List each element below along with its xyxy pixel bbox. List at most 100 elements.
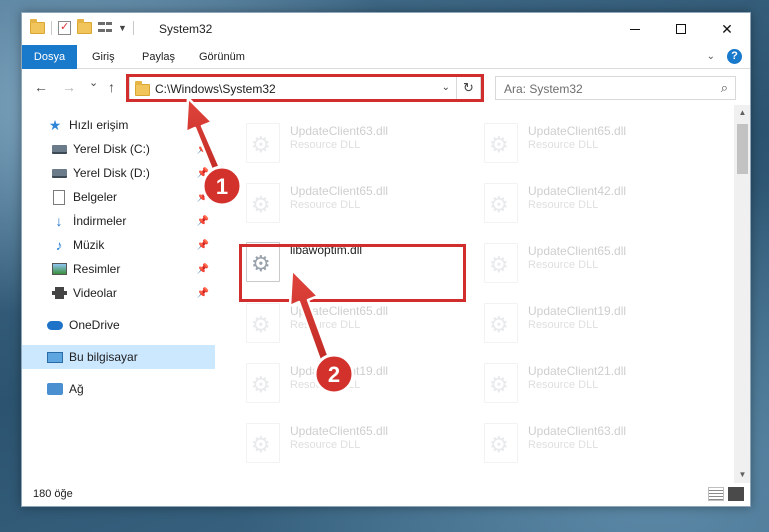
file-name: UpdateClient65.dll <box>290 304 389 318</box>
file-name: UpdateClient19.dll <box>290 364 389 378</box>
navigation-pane: ★ Hızlı erişim Yerel Disk (C:) 📌 Yerel D… <box>22 105 215 483</box>
list-item[interactable]: UpdateClient65.dll Resource DLL <box>454 111 684 167</box>
title-bar: ▼ System32 ✕ <box>22 13 750 45</box>
file-name: UpdateClient63.dll <box>290 124 389 138</box>
sidebar-item-label: Belgeler <box>73 190 118 204</box>
sidebar-item-label: İndirmeler <box>73 214 127 228</box>
view-options-icon[interactable] <box>98 22 112 34</box>
minimize-icon <box>630 28 640 30</box>
sidebar-item-label: Bu bilgisayar <box>69 350 138 364</box>
folder-icon <box>135 81 150 96</box>
drive-icon <box>51 141 67 157</box>
sidebar-item-videos[interactable]: Videolar 📌 <box>22 281 215 305</box>
address-dropdown-chevron-icon[interactable]: ⌄ <box>442 82 450 93</box>
sidebar-item-pictures[interactable]: Resimler 📌 <box>22 257 215 281</box>
up-button[interactable]: ↑ <box>108 79 115 95</box>
scroll-up-arrow-icon[interactable]: ▲ <box>734 105 750 121</box>
toolbar-separator <box>132 21 134 35</box>
sidebar-item-label: Yerel Disk (D:) <box>73 166 150 180</box>
minimize-button[interactable] <box>612 13 658 45</box>
sidebar-item-local-disk-c[interactable]: Yerel Disk (C:) 📌 <box>22 137 215 161</box>
pin-icon: 📌 <box>196 215 209 227</box>
list-item[interactable]: UpdateClient65.dll Resource DLL <box>216 171 446 227</box>
tab-view[interactable]: Görünüm <box>199 45 245 69</box>
tab-share[interactable]: Paylaş <box>142 45 175 69</box>
file-type: Resource DLL <box>528 319 599 331</box>
file-type: Resource DLL <box>528 199 599 211</box>
sidebar-item-downloads[interactable]: ↓ İndirmeler 📌 <box>22 209 215 233</box>
list-item[interactable]: UpdateClient42.dll Resource DLL <box>454 171 684 227</box>
list-item[interactable]: UpdateClient19.dll Resource DLL <box>454 291 684 347</box>
pin-icon: 📌 <box>196 263 209 275</box>
list-item-libawoptim[interactable]: libawoptim.dll <box>216 230 446 286</box>
new-folder-icon[interactable] <box>77 19 92 34</box>
file-name: UpdateClient65.dll <box>290 424 389 438</box>
pictures-icon <box>51 261 67 277</box>
list-item[interactable]: UpdateClient21.dll Resource DLL <box>454 351 684 407</box>
address-bar[interactable]: C:\Windows\System32 ⌄ ↻ <box>129 76 481 100</box>
list-item[interactable]: UpdateClient19.dll Resource DLL <box>216 351 446 407</box>
sidebar-item-local-disk-d[interactable]: Yerel Disk (D:) 📌 <box>22 161 215 185</box>
tab-file[interactable]: Dosya <box>22 45 77 69</box>
recent-locations-button[interactable]: ⌄ <box>89 76 98 89</box>
forward-button[interactable]: → <box>62 79 76 95</box>
dll-file-icon <box>484 123 518 163</box>
music-icon: ♪ <box>55 237 63 253</box>
refresh-button[interactable]: ↻ <box>456 77 480 99</box>
list-item[interactable]: UpdateClient65.dll Resource DLL <box>216 291 446 347</box>
sidebar-item-music[interactable]: ♪ Müzik 📌 <box>22 233 215 257</box>
sidebar-item-network[interactable]: Ağ <box>22 377 215 401</box>
list-item[interactable]: UpdateClient65.dll Resource DLL <box>216 411 446 467</box>
maximize-button[interactable] <box>658 13 704 45</box>
maximize-icon <box>676 24 686 34</box>
list-item[interactable]: UpdateClient65.dll Resource DLL <box>454 231 684 287</box>
dll-file-icon <box>484 423 518 463</box>
pin-icon: 📌 <box>196 191 209 203</box>
details-view-button[interactable] <box>708 487 724 501</box>
file-type: Resource DLL <box>290 199 361 211</box>
file-explorer-window: ▼ System32 ✕ Dosya Giriş Paylaş Görünüm … <box>21 12 751 507</box>
search-box[interactable]: Ara: System32 ⌕ <box>495 76 736 100</box>
search-icon[interactable]: ⌕ <box>721 80 728 96</box>
file-name: UpdateClient63.dll <box>528 424 627 438</box>
drive-icon <box>51 165 67 181</box>
close-button[interactable]: ✕ <box>704 13 750 45</box>
address-path[interactable]: C:\Windows\System32 <box>155 82 276 96</box>
properties-icon[interactable] <box>58 20 71 35</box>
search-input[interactable]: Ara: System32 <box>504 82 583 96</box>
file-name: libawoptim.dll <box>290 243 363 257</box>
customize-toolbar-chevron-icon[interactable]: ▼ <box>118 23 127 33</box>
list-item[interactable]: UpdateClient63.dll Resource DLL <box>216 111 446 167</box>
expand-ribbon-chevron-icon[interactable]: ⌄ <box>707 51 715 62</box>
sidebar-item-quick-access[interactable]: ★ Hızlı erişim <box>22 113 215 137</box>
computer-icon <box>47 349 63 365</box>
back-button[interactable]: ← <box>34 79 48 95</box>
file-type: Resource DLL <box>290 379 361 391</box>
large-icons-view-button[interactable] <box>728 487 744 501</box>
scrollbar-thumb[interactable] <box>737 124 748 174</box>
pin-icon: 📌 <box>196 167 209 179</box>
sidebar-item-label: Müzik <box>73 238 105 252</box>
pin-icon: 📌 <box>196 287 209 299</box>
dll-file-icon <box>246 123 280 163</box>
file-list: UpdateClient63.dll Resource DLL UpdateCl… <box>216 105 734 483</box>
dll-file-icon <box>246 183 280 223</box>
list-item[interactable]: UpdateClient63.dll Resource DLL <box>454 411 684 467</box>
file-type: Resource DLL <box>528 139 599 151</box>
tab-home[interactable]: Giriş <box>92 45 115 69</box>
pin-icon: 📌 <box>196 143 209 155</box>
video-icon <box>51 285 67 301</box>
window-controls: ✕ <box>612 13 750 45</box>
dll-file-icon <box>246 303 280 343</box>
sidebar-item-this-pc[interactable]: Bu bilgisayar <box>22 345 215 369</box>
dll-file-icon <box>246 363 280 403</box>
navigation-bar: ← → ⌄ ↑ C:\Windows\System32 ⌄ ↻ Ara: Sys… <box>22 70 750 104</box>
vertical-scrollbar[interactable]: ▲ ▼ <box>734 105 750 483</box>
ribbon-tabs: Dosya Giriş Paylaş Görünüm ⌄ ? <box>22 45 750 69</box>
help-icon[interactable]: ? <box>727 49 742 64</box>
file-name: UpdateClient19.dll <box>528 304 627 318</box>
scroll-down-arrow-icon[interactable]: ▼ <box>734 467 750 483</box>
sidebar-item-documents[interactable]: Belgeler 📌 <box>22 185 215 209</box>
file-type: Resource DLL <box>290 319 361 331</box>
sidebar-item-onedrive[interactable]: OneDrive <box>22 313 215 337</box>
